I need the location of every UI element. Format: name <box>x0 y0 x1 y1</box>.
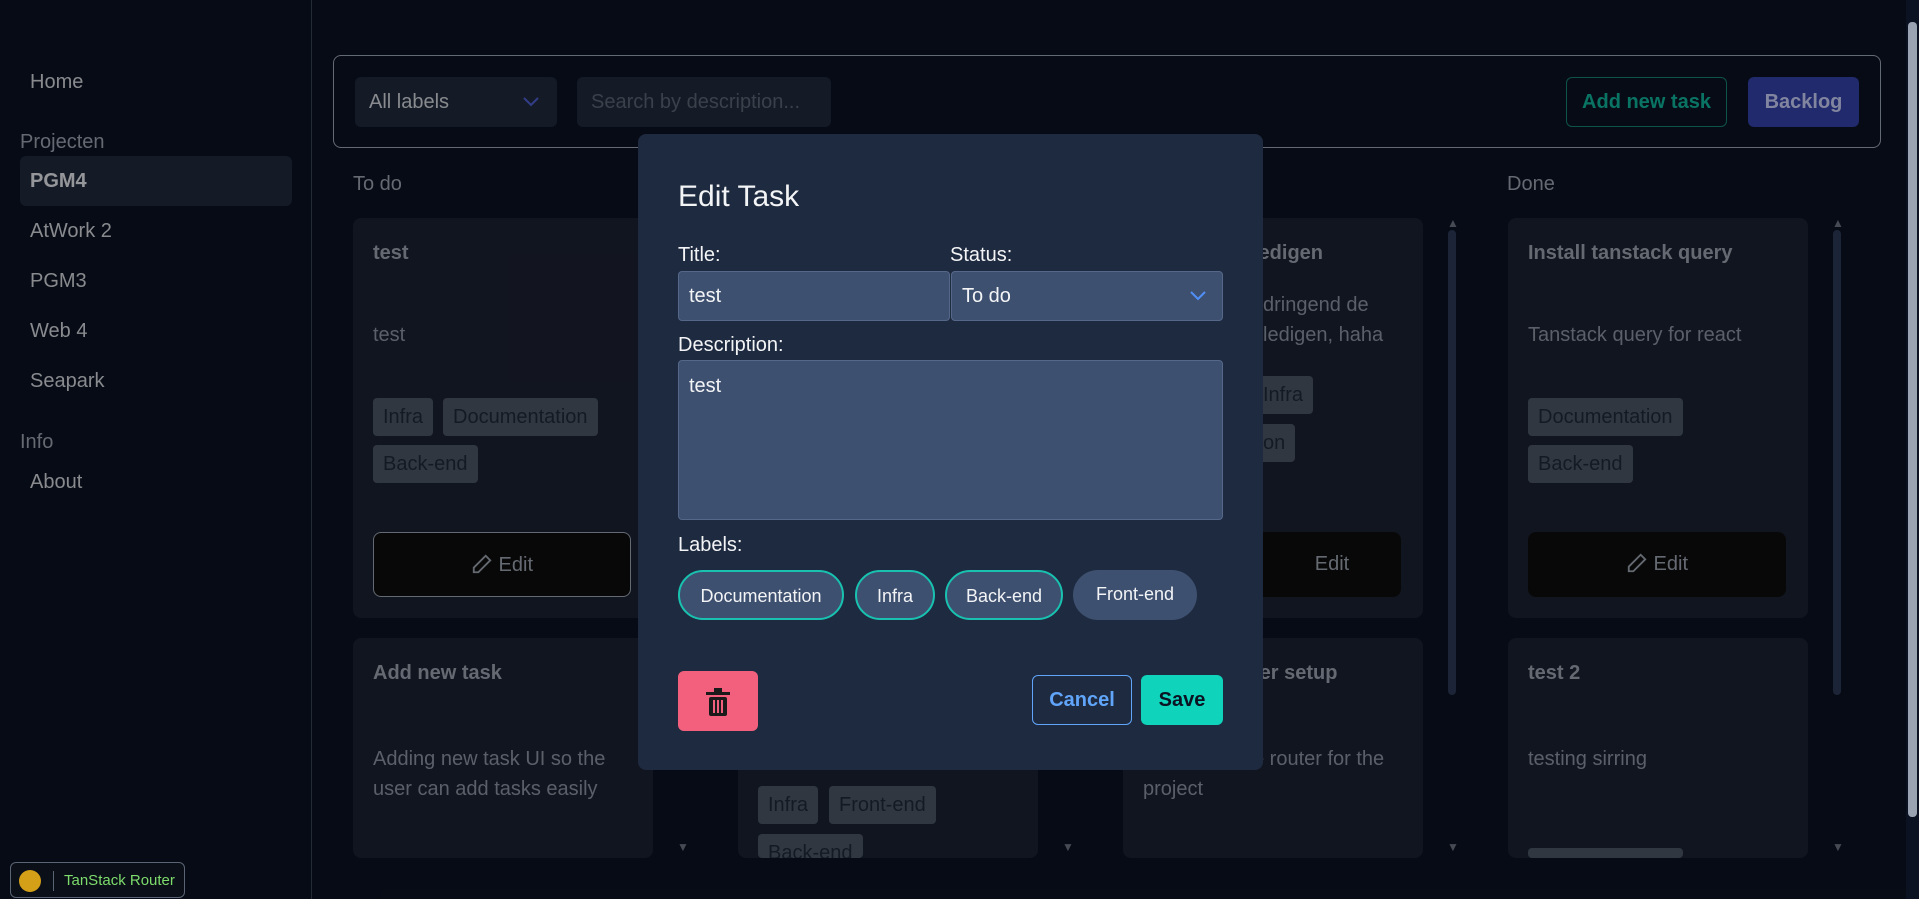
label-chip-documentation[interactable]: Documentation <box>678 570 844 620</box>
page-scrollbar[interactable] <box>1906 0 1919 899</box>
tanstack-logo-icon <box>19 870 41 892</box>
description-textarea[interactable]: test <box>678 360 1223 520</box>
status-select-value: To do <box>962 285 1011 307</box>
label-chip-back-end[interactable]: Back-end <box>945 570 1063 620</box>
edit-task-modal: Edit Task Title: Status: To do Descripti… <box>638 134 1263 770</box>
description-field-label: Description: <box>678 334 784 356</box>
title-field-label: Title: <box>678 244 721 266</box>
status-select[interactable]: To do <box>951 271 1223 321</box>
chevron-down-icon <box>1188 272 1208 338</box>
labels-field-label: Labels: <box>678 534 743 556</box>
tanstack-router-devtools-button[interactable]: TanStack Router <box>10 862 185 898</box>
label-chip-front-end[interactable]: Front-end <box>1073 570 1197 620</box>
label-chip-infra[interactable]: Infra <box>855 570 935 620</box>
divider <box>53 871 54 891</box>
trash-icon <box>705 688 731 721</box>
status-field-label: Status: <box>950 244 1013 266</box>
page-scrollbar-thumb[interactable] <box>1908 22 1917 817</box>
cancel-button[interactable]: Cancel <box>1032 675 1132 725</box>
devtools-label: TanStack Router <box>64 872 175 889</box>
modal-title: Edit Task <box>678 180 800 213</box>
title-input[interactable] <box>678 271 950 321</box>
delete-task-button[interactable] <box>678 671 758 731</box>
save-button[interactable]: Save <box>1141 675 1223 725</box>
